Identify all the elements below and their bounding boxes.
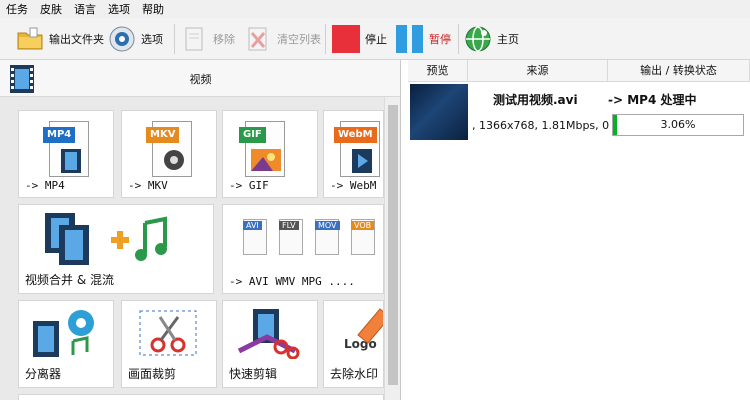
- pause-button[interactable]: 暂停: [396, 22, 451, 56]
- tile-label: -> GIF: [229, 179, 269, 192]
- category-label: 视频: [189, 73, 212, 86]
- category-header-video[interactable]: 视频: [0, 60, 400, 97]
- source-info: , 1366x768, 1.81Mbps, 0: [472, 119, 610, 132]
- gif-file-icon: GIF: [239, 119, 287, 179]
- tile-label: -> WebM: [330, 179, 377, 192]
- tile-label: 视频合并 & 混流: [25, 273, 114, 287]
- tile-convert-mkv[interactable]: MKV -> MKV: [121, 110, 217, 198]
- tile-row-partial: [18, 394, 384, 400]
- tile-convert-webm[interactable]: WebM -> WebM: [323, 110, 384, 198]
- remove-button[interactable]: 移除: [180, 22, 235, 56]
- folder-icon: [16, 25, 44, 53]
- toolbar-separator: [458, 24, 459, 54]
- clear-list-button[interactable]: 清空列表: [244, 22, 321, 56]
- menu-bar: 任务 皮肤 语言 选项 帮助: [0, 0, 750, 18]
- video-thumbnail: [410, 84, 468, 140]
- pause-icon: [396, 25, 424, 53]
- toolbar-separator: [325, 24, 326, 54]
- menu-language[interactable]: 语言: [70, 1, 104, 17]
- gear-icon: [108, 25, 136, 53]
- tile-label: -> MKV: [128, 179, 168, 192]
- globe-icon: [464, 25, 492, 53]
- progress-bar: 3.06%: [612, 114, 744, 136]
- merge-film-music-icon: [45, 213, 167, 265]
- tile-label: -> MP4: [25, 179, 65, 192]
- menu-help[interactable]: 帮助: [138, 1, 172, 17]
- mkv-file-icon: MKV: [146, 119, 194, 179]
- webm-file-icon: WebM: [334, 119, 382, 179]
- task-list: 预览 来源 输出 / 转换状态 测试用视频.avi , 1366x768, 1.…: [408, 60, 750, 400]
- format-icons: AVI FLV MOV VOB: [243, 219, 383, 259]
- toolbar: 输出文件夹 选项 移除 清空列表 停止 暂停 主页: [0, 18, 750, 60]
- column-header-source[interactable]: 来源: [468, 60, 608, 82]
- home-button[interactable]: 主页: [464, 22, 519, 56]
- crop-scissors-icon: [139, 310, 197, 356]
- panel-scrollbar[interactable]: [384, 97, 400, 400]
- menu-options[interactable]: 选项: [104, 1, 138, 17]
- tile-quick-cut[interactable]: 快速剪辑: [222, 300, 318, 388]
- column-header-output[interactable]: 输出 / 转换状态: [608, 60, 750, 82]
- splitter-icon: [33, 310, 94, 357]
- tile-convert-mp4[interactable]: MP4 -> MP4: [18, 110, 114, 198]
- clear-list-icon: [244, 25, 272, 53]
- progress-fill: [613, 115, 617, 135]
- column-header-preview[interactable]: 预览: [408, 60, 468, 82]
- stop-icon: [332, 25, 360, 53]
- output-status: -> MP4 处理中: [608, 93, 697, 107]
- quick-cut-icon: [237, 309, 300, 359]
- stop-button[interactable]: 停止: [332, 22, 387, 56]
- tile-label: -> AVI WMV MPG ....: [229, 275, 355, 288]
- function-panel: 视频 MP4 -> MP4 MKV -> MKV GIF -> GIF WebM: [0, 60, 401, 400]
- menu-task[interactable]: 任务: [2, 1, 36, 17]
- tile-remove-watermark[interactable]: Logo 去除水印: [323, 300, 384, 388]
- progress-text: 3.06%: [660, 118, 696, 131]
- scrollbar-thumb[interactable]: [388, 105, 398, 385]
- source-filename: 测试用视频.avi: [493, 93, 578, 107]
- tile-label: 分离器: [25, 367, 62, 381]
- eraser-icon: [357, 308, 383, 344]
- tile-label: 快速剪辑: [229, 367, 278, 381]
- mp4-file-icon: MP4: [43, 119, 91, 179]
- menu-skin[interactable]: 皮肤: [36, 1, 70, 17]
- tile-label: 画面裁剪: [128, 367, 177, 381]
- toolbar-separator: [174, 24, 175, 54]
- tile-convert-gif[interactable]: GIF -> GIF: [222, 110, 318, 198]
- document-remove-icon: [180, 25, 208, 53]
- options-button[interactable]: 选项: [108, 22, 163, 56]
- output-folder-button[interactable]: 输出文件夹: [16, 22, 104, 56]
- tile-splitter[interactable]: 分离器: [18, 300, 114, 388]
- tile-convert-other[interactable]: AVI FLV MOV VOB -> AVI WMV MPG ....: [222, 204, 384, 294]
- tile-merge-mux[interactable]: 视频合并 & 混流: [18, 204, 214, 294]
- tile-crop[interactable]: 画面裁剪: [121, 300, 217, 388]
- tile-label: 去除水印: [330, 367, 379, 381]
